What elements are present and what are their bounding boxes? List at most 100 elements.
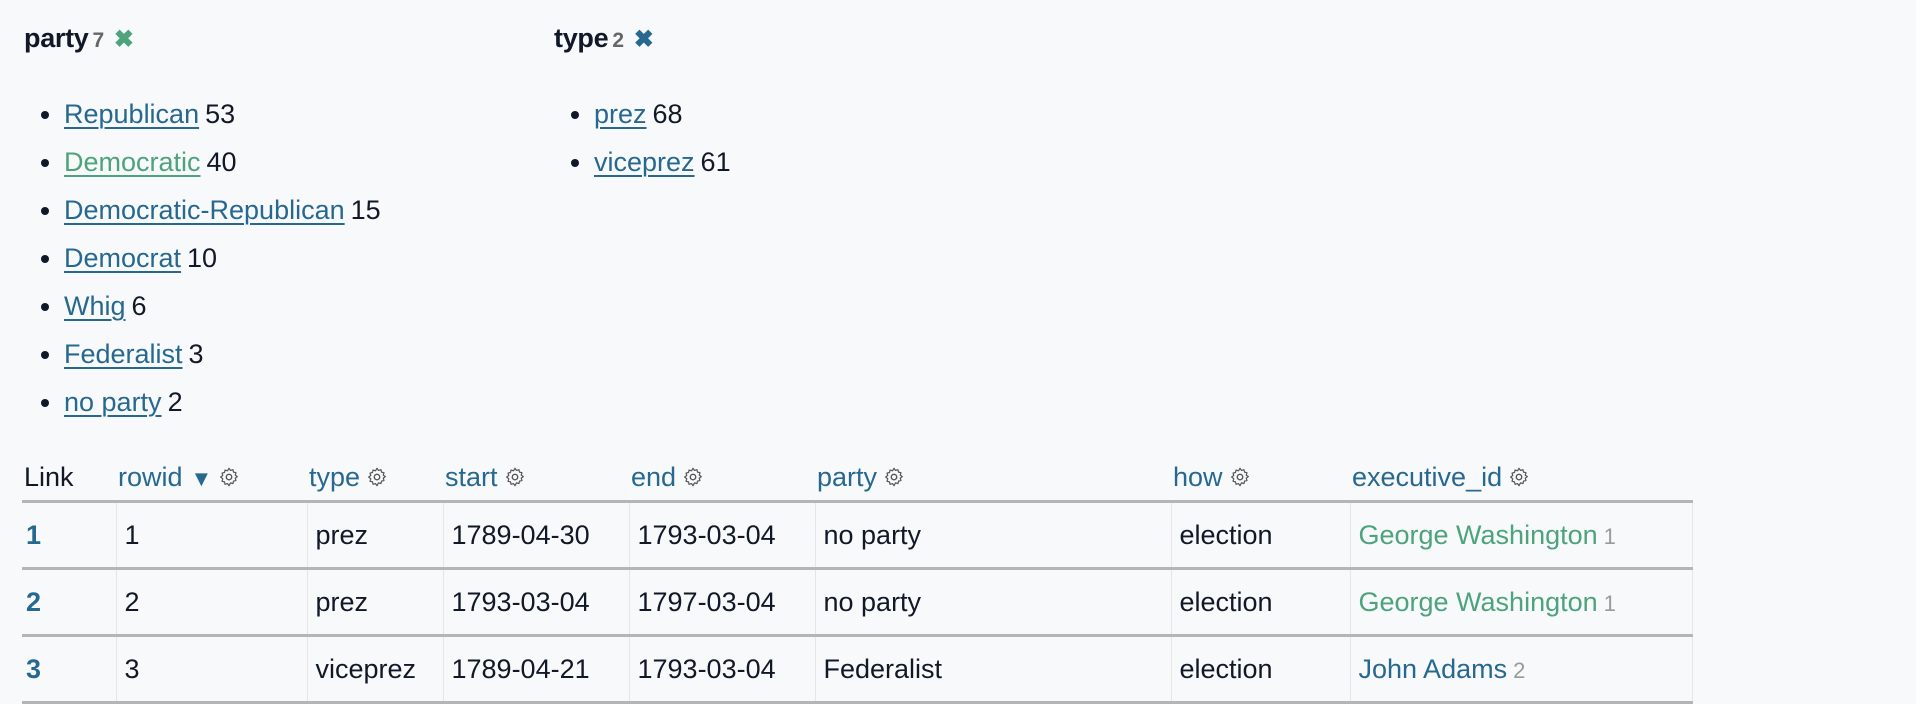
close-facet-icon[interactable]: ✖ [114,26,134,53]
facet-item: Republican53 [64,90,381,138]
facet-item: Democratic-Republican15 [64,186,381,234]
facet-party: party7 ✖ Republican53 Democratic40 Democr… [24,18,381,426]
cell-how: election [1170,635,1350,704]
cell-how: election [1170,568,1350,637]
cell-type: viceprez [306,635,443,704]
gear-icon[interactable] [1229,466,1251,488]
column-header-type[interactable]: type [307,454,443,503]
row-link[interactable]: 1 [26,520,41,550]
table-row: 3 3 viceprez 1789-04-21 1793-03-04 Feder… [22,635,1693,704]
column-header-start[interactable]: start [443,454,629,503]
column-header-party[interactable]: party [815,454,1171,503]
facet-link-democratic-republican[interactable]: Democratic-Republican [64,195,345,225]
gear-icon[interactable] [218,466,240,488]
table-row: 1 1 prez 1789-04-30 1793-03-04 no party … [22,501,1693,570]
cell-rowid: 3 [115,635,307,704]
facet-item-count: 15 [350,195,381,225]
facet-link-democrat[interactable]: Democrat [64,243,181,273]
close-facet-icon[interactable]: ✖ [634,26,654,53]
sort-desc-icon: ▼ [190,465,213,491]
sort-link-executive-id[interactable]: executive_id [1352,462,1502,492]
facet-item: Whig6 [64,282,381,330]
cell-how: election [1170,501,1350,570]
facet-heading: type 2 ✖ [554,18,731,58]
cell-link: 2 [22,568,116,637]
executive-link[interactable]: John Adams [1359,654,1508,684]
facet-link-whig[interactable]: Whig [64,291,126,321]
cell-rowid: 1 [115,501,307,570]
facet-item-count: 3 [188,339,204,369]
cell-type: prez [306,568,443,637]
sort-link-rowid[interactable]: rowid [118,462,183,492]
column-header-link: Link [22,454,116,503]
table-header-row: Link rowid ▼ type start end party how exe… [22,454,1692,503]
row-link[interactable]: 2 [26,587,41,617]
facet-item-count: 6 [131,291,147,321]
facet-count: 2 [612,29,624,52]
facet-title: party [24,23,89,53]
cell-start: 1789-04-30 [442,501,629,570]
executive-id-value: 1 [1603,523,1616,549]
cell-type: prez [306,501,443,570]
cell-end: 1793-03-04 [628,635,815,704]
cell-executive-id: George Washington 1 [1349,501,1693,570]
cell-start: 1789-04-21 [442,635,629,704]
executive-id-value: 1 [1603,590,1616,616]
facet-item: Democrat10 [64,234,381,282]
facet-link-prez[interactable]: prez [594,99,647,129]
cell-party: no party [814,501,1171,570]
sort-link-type[interactable]: type [309,462,360,492]
cell-executive-id: George Washington 1 [1349,568,1693,637]
table-row: 2 2 prez 1793-03-04 1797-03-04 no party … [22,568,1693,637]
facet-item-count: 61 [700,147,731,177]
gear-icon[interactable] [366,466,388,488]
facet-item-count: 68 [652,99,683,129]
column-header-end[interactable]: end [629,454,815,503]
executive-link[interactable]: George Washington [1359,520,1598,550]
facet-item: prez68 [594,90,731,138]
executive-id-value: 2 [1513,657,1526,683]
cell-rowid: 2 [115,568,307,637]
cell-end: 1797-03-04 [628,568,815,637]
facet-item-count: 10 [187,243,218,273]
row-link[interactable]: 3 [26,654,41,684]
facet-item-count: 40 [206,147,237,177]
facet-heading: party 7 ✖ [24,18,381,58]
facet-title: type [554,23,609,53]
facet-item: Democratic40 [64,138,381,186]
facet-item: Federalist3 [64,330,381,378]
executive-link[interactable]: George Washington [1359,587,1598,617]
facet-link-federalist[interactable]: Federalist [64,339,183,369]
cell-link: 1 [22,501,116,570]
facet-link-democratic[interactable]: Democratic [64,147,201,177]
cell-executive-id: John Adams 2 [1349,635,1693,704]
cell-link: 3 [22,635,116,704]
sort-link-party[interactable]: party [817,462,877,492]
facet-link-no-party[interactable]: no party [64,387,162,417]
facet-link-viceprez[interactable]: viceprez [594,147,695,177]
sort-link-start[interactable]: start [445,462,498,492]
gear-icon[interactable] [1508,466,1530,488]
column-header-executive-id[interactable]: executive_id [1350,454,1692,503]
column-label: Link [24,461,74,492]
sort-link-how[interactable]: how [1173,462,1223,492]
facet-list: prez68 viceprez61 [554,90,731,186]
column-header-rowid[interactable]: rowid ▼ [116,454,307,503]
sort-link-end[interactable]: end [631,462,676,492]
facet-item: no party2 [64,378,381,426]
gear-icon[interactable] [883,466,905,488]
facet-item-count: 53 [205,99,236,129]
column-header-how[interactable]: how [1171,454,1350,503]
facet-type: type2 ✖ prez68 viceprez61 [554,18,731,186]
facet-item: viceprez61 [594,138,731,186]
facet-item-count: 2 [167,387,183,417]
facet-list: Republican53 Democratic40 Democratic-Rep… [24,90,381,426]
gear-icon[interactable] [682,466,704,488]
cell-end: 1793-03-04 [628,501,815,570]
cell-party: Federalist [814,635,1171,704]
facet-link-republican[interactable]: Republican [64,99,199,129]
cell-start: 1793-03-04 [442,568,629,637]
gear-icon[interactable] [504,466,526,488]
results-table: Link rowid ▼ type start end party how exe… [22,454,1693,704]
facet-count: 7 [92,29,105,52]
